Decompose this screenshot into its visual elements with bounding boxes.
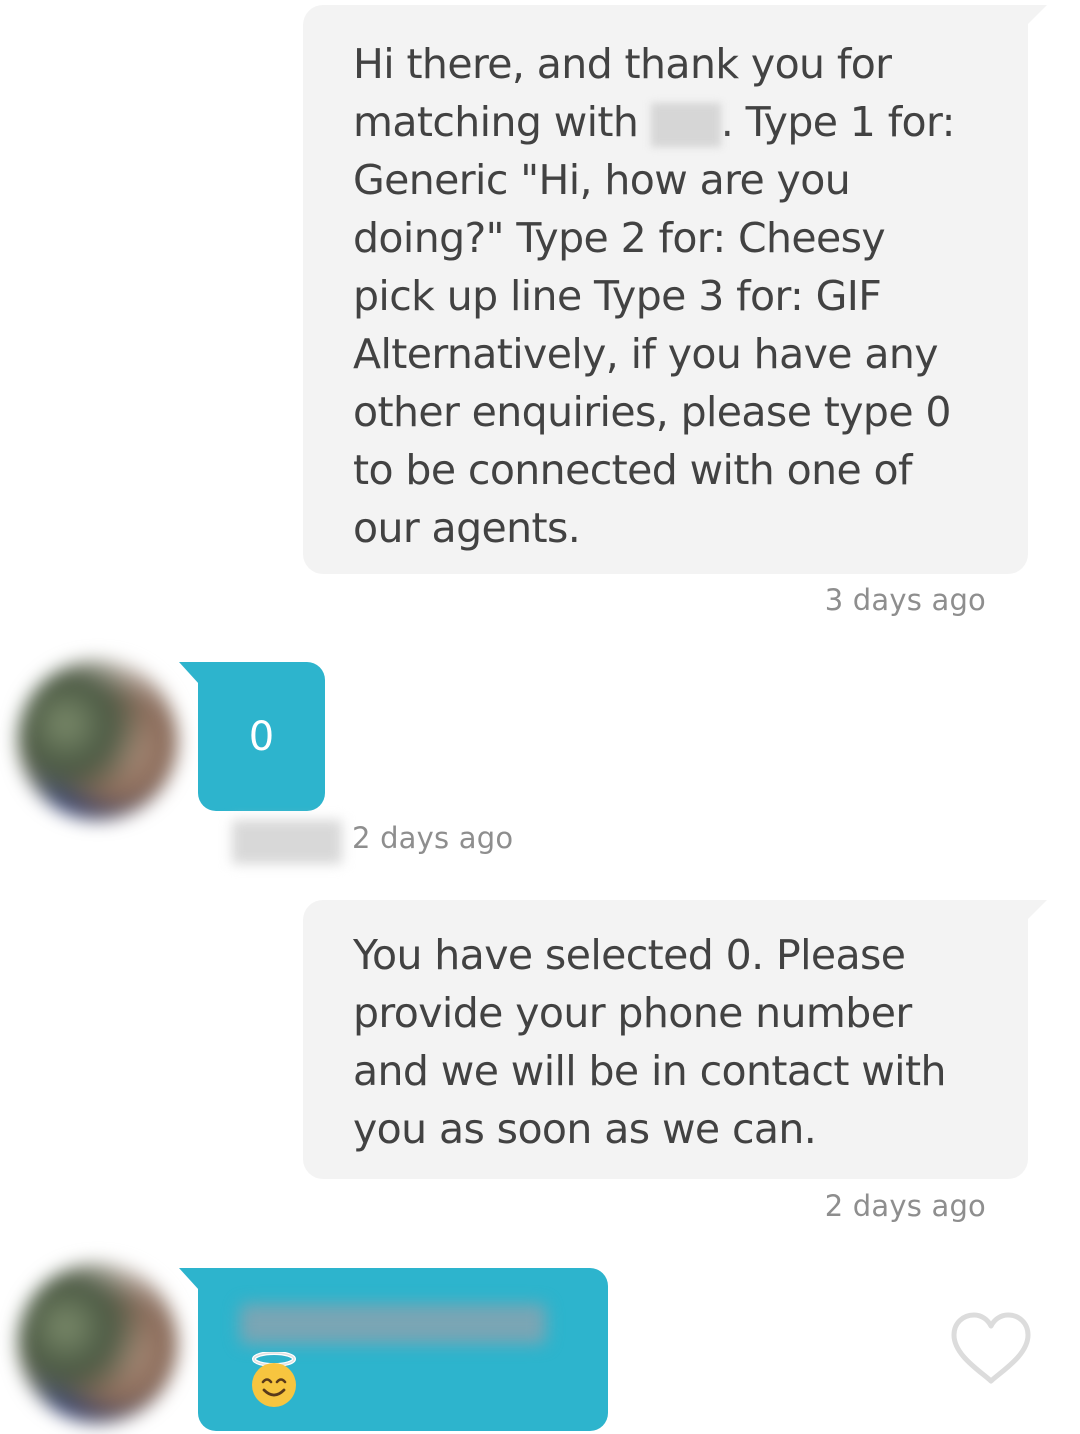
redacted-name: [650, 103, 721, 147]
redacted-message-text: [240, 1304, 546, 1344]
smiling-face-with-halo-icon: [252, 1352, 296, 1407]
avatar[interactable]: [18, 660, 178, 820]
heart-outline-icon[interactable]: [950, 1311, 1032, 1385]
message-timestamp: 2 days ago: [352, 821, 514, 855]
incoming-message-bubble: 0: [179, 662, 325, 811]
outgoing-message-bubble: Hi there, and thank you for matching wit…: [303, 5, 1047, 574]
incoming-message-bubble: [179, 1268, 608, 1431]
message-text: 0: [248, 713, 275, 760]
message-timestamp: 3 days ago: [824, 583, 986, 617]
message-text: Hi there, and thank you for matching wit…: [353, 40, 955, 552]
message-text: You have selected 0. Please provide your…: [353, 931, 946, 1153]
message-timestamp: 2 days ago: [824, 1189, 986, 1223]
outgoing-message-bubble: You have selected 0. Please provide your…: [303, 900, 1047, 1179]
avatar[interactable]: [18, 1263, 178, 1423]
redacted-sender-name: [232, 820, 342, 864]
